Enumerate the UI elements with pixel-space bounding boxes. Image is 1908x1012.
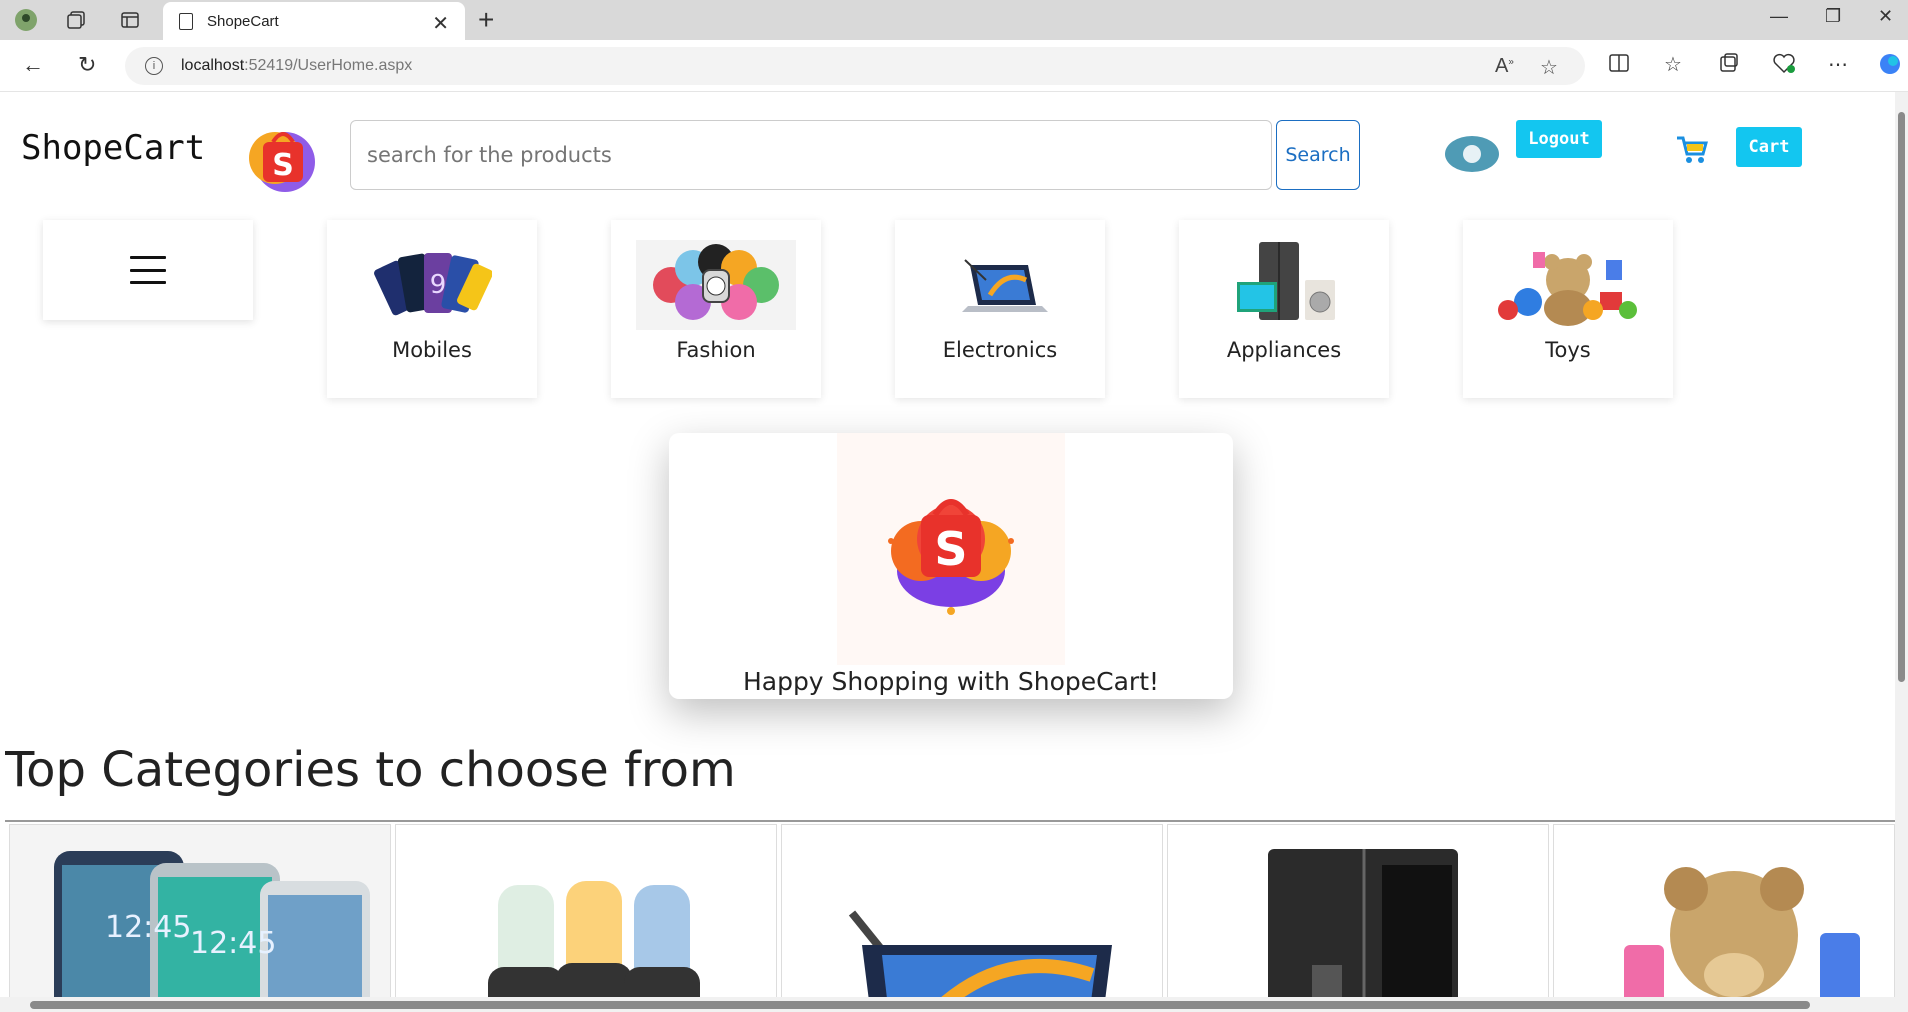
category-card-toys[interactable]: Toys: [1463, 220, 1673, 398]
browser-address-bar: ← ↻ i localhost:52419/UserHome.aspx A» ☆…: [0, 40, 1908, 92]
section-divider: [5, 820, 1895, 822]
top-categories-row: 12:45 12:45: [5, 824, 1895, 997]
smartwatches-image: [636, 240, 796, 330]
browser-essentials-icon[interactable]: [1772, 52, 1796, 80]
favorites-icon[interactable]: ☆: [1664, 52, 1682, 77]
product-card-appliances[interactable]: [1167, 824, 1549, 997]
close-tab-icon[interactable]: ✕: [432, 11, 449, 36]
split-screen-icon[interactable]: [1608, 52, 1630, 80]
browser-tab-bar: ShopeCart ✕ + — ❐ ✕: [0, 0, 1908, 40]
smartphones-photo: 12:45 12:45: [10, 825, 390, 997]
category-label: Electronics: [942, 338, 1058, 362]
url-field[interactable]: i localhost:52419/UserHome.aspx A» ☆: [125, 47, 1585, 85]
hero-caption: Happy Shopping with ShopeCart!: [742, 667, 1160, 696]
vertical-tabs-icon[interactable]: [118, 8, 142, 32]
new-tab-icon[interactable]: +: [478, 4, 494, 36]
hero-banner: S Happy Shopping with ShopeCart!: [669, 433, 1233, 699]
teddy-bear-image: [1488, 240, 1648, 330]
page-content: ShopeCart S Search Logout Cart: [5, 92, 1895, 997]
more-options-icon[interactable]: ⋯: [1828, 52, 1848, 77]
svg-text:12:45: 12:45: [105, 910, 191, 945]
category-card-mobiles[interactable]: 9 Mobiles: [327, 220, 537, 398]
product-card-electronics[interactable]: [781, 824, 1163, 997]
brand-title[interactable]: ShopeCart: [21, 128, 205, 168]
category-card-appliances[interactable]: Appliances: [1179, 220, 1389, 398]
vertical-scrollbar[interactable]: [1895, 92, 1908, 997]
workspaces-icon[interactable]: [64, 8, 88, 32]
section-title: Top Categories to choose from: [5, 742, 736, 798]
logout-button[interactable]: Logout: [1516, 120, 1602, 158]
back-arrow-icon[interactable]: ←: [22, 52, 44, 78]
page-icon: [179, 12, 193, 30]
shopecart-large-logo-icon: S: [837, 433, 1065, 665]
category-label: Appliances: [1226, 338, 1342, 362]
category-card-fashion[interactable]: Fashion: [611, 220, 821, 398]
read-aloud-icon[interactable]: A»: [1495, 55, 1514, 78]
minimize-icon[interactable]: —: [1770, 6, 1788, 27]
cart-button[interactable]: Cart: [1736, 127, 1802, 167]
category-label: Fashion: [676, 338, 756, 362]
refrigerator-photo: [1268, 849, 1458, 997]
svg-text:9: 9: [430, 270, 447, 300]
user-avatar-icon[interactable]: [1445, 136, 1499, 172]
smartwatch-bands-photo: [488, 881, 700, 997]
tab-title: ShopeCart: [207, 12, 279, 30]
svg-text:12:45: 12:45: [190, 926, 276, 961]
category-label: Mobiles: [392, 338, 472, 362]
product-card-mobiles[interactable]: 12:45 12:45: [9, 824, 391, 997]
product-card-fashion[interactable]: [395, 824, 777, 997]
url-host: localhost: [181, 57, 245, 74]
browser-tab-shopecart[interactable]: ShopeCart ✕: [163, 2, 465, 40]
favorite-star-icon[interactable]: ☆: [1540, 55, 1558, 80]
search-input[interactable]: [350, 120, 1272, 190]
laptop-photo: [848, 910, 1112, 997]
category-label: Toys: [1545, 338, 1591, 362]
product-card-toys[interactable]: [1553, 824, 1895, 997]
category-card-electronics[interactable]: Electronics: [895, 220, 1105, 398]
menu-card[interactable]: [43, 220, 253, 320]
shopecart-logo-icon[interactable]: S: [245, 118, 321, 194]
horizontal-scrollbar[interactable]: [0, 997, 1908, 1012]
svg-text:S: S: [934, 522, 967, 576]
laptop-image: [920, 240, 1080, 330]
smartphones-image: 9: [352, 240, 512, 330]
url-path: :52419/UserHome.aspx: [244, 57, 413, 74]
profile-avatar-icon[interactable]: [14, 8, 38, 32]
shopping-cart-icon[interactable]: [1675, 134, 1709, 164]
refrigerator-image: [1204, 240, 1364, 330]
collections-icon[interactable]: [1718, 52, 1740, 80]
restore-icon[interactable]: ❐: [1825, 6, 1841, 27]
hamburger-menu-icon[interactable]: [130, 256, 166, 284]
search-button[interactable]: Search: [1276, 120, 1360, 190]
teddy-bear-photo: [1624, 867, 1860, 997]
close-window-icon[interactable]: ✕: [1878, 6, 1893, 27]
refresh-icon[interactable]: ↻: [78, 52, 96, 78]
site-info-icon[interactable]: i: [145, 57, 163, 75]
copilot-icon[interactable]: [1878, 52, 1902, 82]
svg-text:S: S: [272, 148, 294, 183]
